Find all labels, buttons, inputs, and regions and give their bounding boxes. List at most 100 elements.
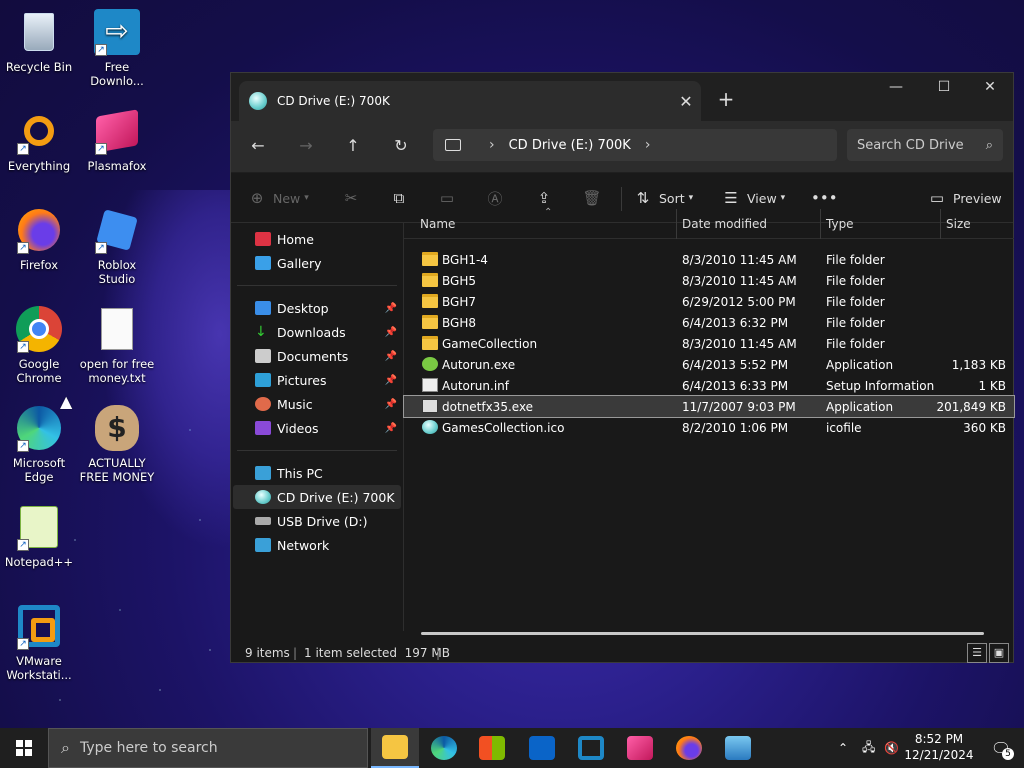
desktop-icon-google-chrome[interactable]: ↗ Google Chrome: [0, 305, 78, 385]
cut-button[interactable]: ✂: [341, 185, 361, 211]
close-button[interactable]: ✕: [967, 73, 1013, 103]
file-row[interactable]: GameCollection 8/3/2010 11:45 AM File fo…: [404, 333, 1014, 354]
nav-item-usb-drive[interactable]: USB Drive (D:): [231, 509, 403, 533]
new-tab-button[interactable]: +: [711, 85, 741, 115]
file-row[interactable]: Autorun.exe 6/4/2013 5:52 PM Application…: [404, 354, 1014, 375]
column-header-size[interactable]: Size: [946, 217, 971, 231]
network-tray-button[interactable]: 🖧: [862, 728, 875, 768]
file-row[interactable]: GamesCollection.ico 8/2/2010 1:06 PM ico…: [404, 417, 1014, 438]
desktop-icon-text-file[interactable]: open for free money.txt: [78, 305, 156, 385]
file-row[interactable]: BGH1-4 8/3/2010 11:45 AM File folder: [404, 249, 1014, 270]
desktop-icon-vmware[interactable]: ↗ VMware Workstati...: [0, 602, 78, 682]
column-header-date[interactable]: Date modified: [682, 217, 767, 231]
column-header-type[interactable]: Type: [826, 217, 854, 231]
taskbar-plasmafox[interactable]: [616, 728, 664, 768]
clipboard-icon: ▭: [439, 189, 455, 207]
file-row[interactable]: BGH8 6/4/2013 6:32 PM File folder: [404, 312, 1014, 333]
desktop-icon-notepad-plus-plus[interactable]: ↗ Notepad++: [0, 503, 78, 569]
taskbar-edge[interactable]: [420, 728, 468, 768]
up-button[interactable]: ↑: [338, 133, 368, 161]
delete-button[interactable]: 🗑: [582, 185, 602, 211]
tab-close-icon[interactable]: ✕: [671, 92, 701, 111]
nav-item-music[interactable]: Music 📌: [231, 392, 403, 416]
maximize-button[interactable]: ☐: [921, 73, 967, 103]
notification-center-button[interactable]: 🗨 5: [984, 728, 1018, 768]
forward-button[interactable]: →: [291, 133, 321, 161]
shortcut-arrow-icon: ↗: [17, 539, 29, 551]
column-divider[interactable]: [676, 209, 677, 239]
file-type: File folder: [826, 295, 885, 309]
clock[interactable]: 8:52 PM 12/21/2024: [900, 731, 978, 763]
nav-item-home[interactable]: Home: [231, 227, 403, 251]
taskbar-store[interactable]: [468, 728, 516, 768]
pin-icon[interactable]: 📌: [385, 375, 397, 386]
nav-item-desktop[interactable]: Desktop 📌: [231, 296, 403, 320]
horizontal-scrollbar[interactable]: [421, 632, 984, 635]
new-button[interactable]: ⊕ New ▾: [247, 185, 309, 211]
copy-button[interactable]: ⧉: [389, 185, 409, 211]
view-button[interactable]: ☰ View ▾: [721, 185, 785, 211]
rename-button[interactable]: Ⓐ: [485, 185, 505, 211]
taskbar-search-input[interactable]: Type here to search: [80, 740, 218, 756]
shortcut-arrow-icon: ↗: [17, 341, 29, 353]
desktop-icon-actually-free-money[interactable]: $ ACTUALLY FREE MONEY: [78, 404, 156, 484]
desktop-icon-microsoft-edge[interactable]: ↗ Microsoft Edge: [0, 404, 78, 484]
tiles-view-button[interactable]: ▣: [989, 643, 1009, 663]
chevron-right-icon[interactable]: ›: [489, 137, 495, 153]
desktop-icon-plasmafox[interactable]: ↗ Plasmafox: [78, 107, 156, 173]
file-type: Setup Information: [826, 379, 935, 393]
back-button[interactable]: ←: [243, 133, 273, 161]
taskbar-vmware[interactable]: [567, 728, 615, 768]
chevron-right-icon[interactable]: ›: [645, 137, 651, 153]
desktop-icon-recycle-bin[interactable]: Recycle Bin: [0, 8, 78, 74]
nav-item-network[interactable]: Network: [231, 533, 403, 557]
show-hidden-icons-button[interactable]: ⌃: [838, 728, 848, 768]
nav-item-videos[interactable]: Videos 📌: [231, 416, 403, 440]
desktop-icon-roblox-studio[interactable]: ↗ Roblox Studio: [78, 206, 156, 286]
preview-button[interactable]: ▭ Preview: [927, 185, 1002, 211]
column-divider[interactable]: [820, 209, 821, 239]
breadcrumb[interactable]: › CD Drive (E:) 700K ›: [433, 129, 837, 161]
refresh-button[interactable]: ↻: [386, 133, 416, 161]
address-bar: ← → ↑ ↻ › CD Drive (E:) 700K › Search CD…: [231, 121, 1013, 173]
volume-tray-button[interactable]: 🔇: [884, 728, 899, 768]
pin-icon[interactable]: 📌: [385, 303, 397, 314]
file-row-selected[interactable]: dotnetfx35.exe 11/7/2007 9:03 PM Applica…: [403, 395, 1015, 418]
pin-icon[interactable]: 📌: [385, 351, 397, 362]
taskbar-file-explorer[interactable]: [371, 728, 419, 768]
column-divider[interactable]: [940, 209, 941, 239]
nav-item-cd-drive[interactable]: CD Drive (E:) 700K: [233, 485, 401, 509]
pin-icon[interactable]: 📌: [385, 399, 397, 410]
sort-button[interactable]: ⇅ Sort ▾: [633, 185, 693, 211]
search-input[interactable]: Search CD Drive: [857, 138, 986, 153]
more-options-button[interactable]: •••: [811, 185, 838, 211]
desktop-icon-everything[interactable]: ↗ Everything: [0, 107, 78, 173]
search-box[interactable]: Search CD Drive ⌕: [847, 129, 1003, 161]
nav-item-pictures[interactable]: Pictures 📌: [231, 368, 403, 392]
nav-item-gallery[interactable]: Gallery: [231, 251, 403, 275]
breadcrumb-item[interactable]: CD Drive (E:) 700K: [509, 138, 631, 153]
tab-cd-drive[interactable]: CD Drive (E:) 700K ✕: [239, 81, 701, 121]
details-view-button[interactable]: ☰: [967, 643, 987, 663]
taskbar-outlook[interactable]: [518, 728, 566, 768]
videos-icon: [255, 421, 271, 435]
nav-item-this-pc[interactable]: This PC: [231, 461, 403, 485]
file-row[interactable]: BGH7 6/29/2012 5:00 PM File folder: [404, 291, 1014, 312]
pin-icon[interactable]: 📌: [385, 423, 397, 434]
taskbar-search-box[interactable]: ⌕ Type here to search: [48, 728, 368, 768]
file-row[interactable]: BGH5 8/3/2010 11:45 AM File folder: [404, 270, 1014, 291]
nav-label: Pictures: [277, 372, 327, 388]
pin-icon[interactable]: 📌: [385, 327, 397, 338]
paste-button[interactable]: ▭: [437, 185, 457, 211]
minimize-button[interactable]: —: [873, 73, 919, 103]
column-header-name[interactable]: Name: [420, 217, 455, 231]
start-button[interactable]: [0, 728, 48, 768]
desktop-icon-free-download[interactable]: ⇨ ↗ Free Downlo...: [78, 8, 156, 88]
nav-item-documents[interactable]: Documents 📌: [231, 344, 403, 368]
taskbar-app[interactable]: [714, 728, 762, 768]
nav-item-downloads[interactable]: ↓ Downloads 📌: [231, 320, 403, 344]
file-row[interactable]: Autorun.inf 6/4/2013 6:33 PM Setup Infor…: [404, 375, 1014, 396]
taskbar-firefox[interactable]: [665, 728, 713, 768]
desktop-icon-firefox[interactable]: ↗ Firefox: [0, 206, 78, 272]
sort-icon: ⇅: [636, 189, 650, 207]
